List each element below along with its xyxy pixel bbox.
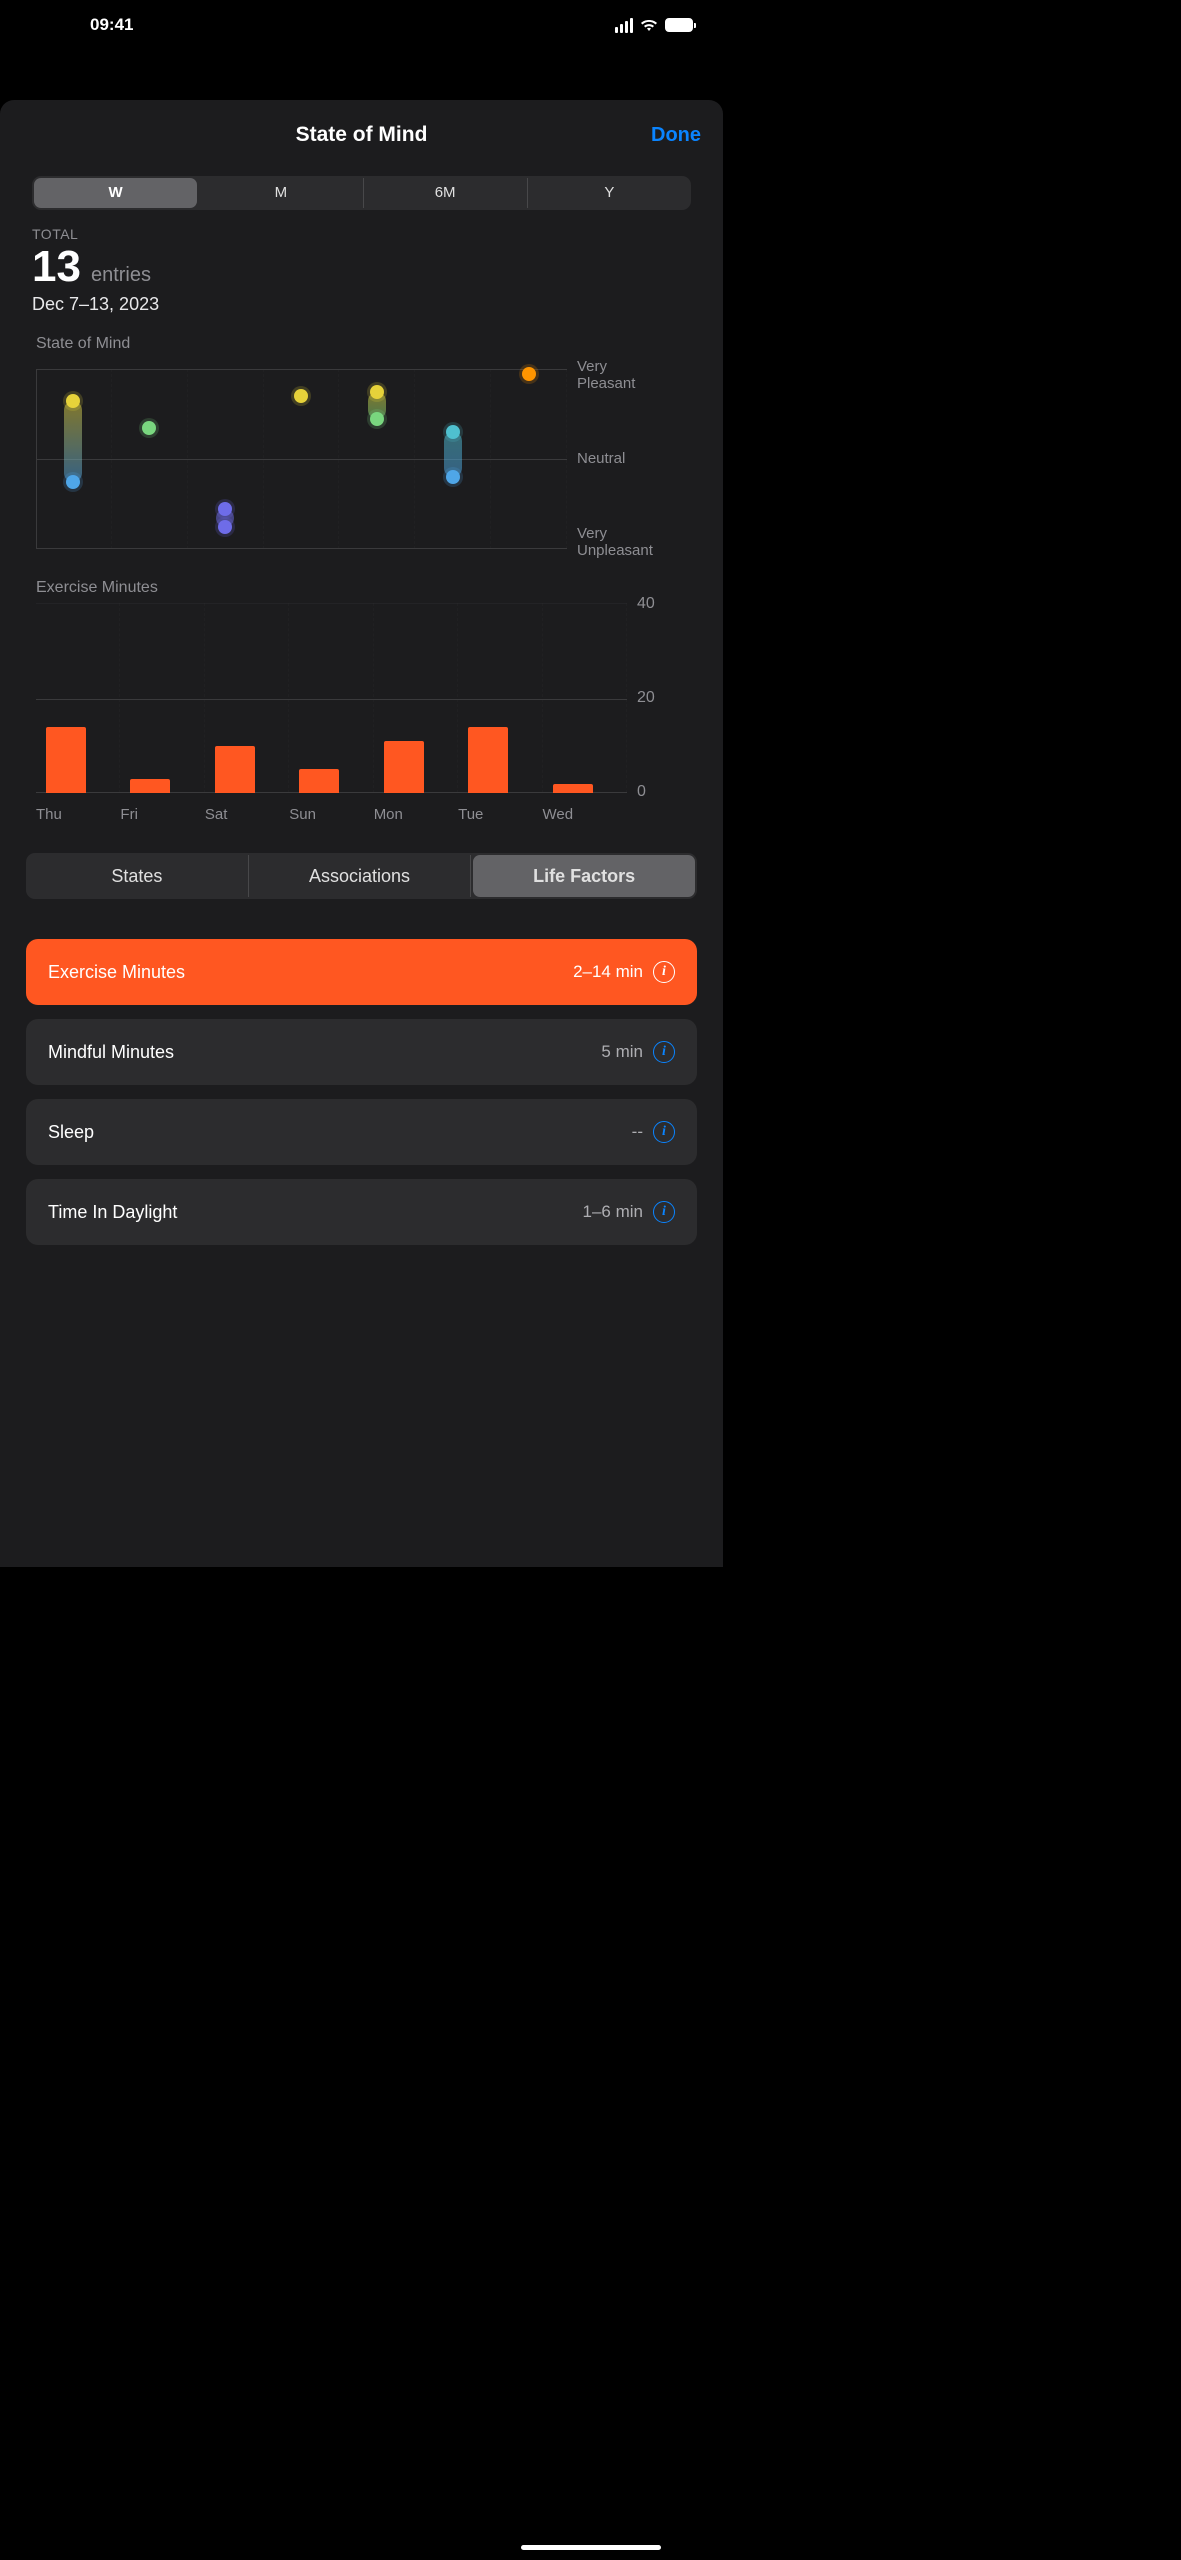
- timeframe-year[interactable]: Y: [528, 178, 691, 208]
- life-factor-name: Mindful Minutes: [48, 1042, 174, 1063]
- life-factor-row[interactable]: Exercise Minutes 2–14 min i: [26, 939, 697, 1005]
- total-unit: entries: [91, 264, 151, 287]
- info-icon[interactable]: i: [653, 1041, 675, 1063]
- total-label: TOTAL: [32, 226, 691, 242]
- life-factor-value: 5 min: [601, 1042, 643, 1062]
- x-axis-label: Tue: [458, 806, 542, 823]
- exercise-chart-label: Exercise Minutes: [36, 579, 723, 597]
- timeframe-6month[interactable]: 6M: [364, 178, 528, 208]
- view-segmented-control[interactable]: States Associations Life Factors: [26, 853, 697, 899]
- timeframe-week[interactable]: W: [34, 178, 197, 208]
- timeframe-segmented-control[interactable]: W M 6M Y: [32, 176, 691, 210]
- x-axis-label: Thu: [36, 806, 120, 823]
- mood-axis-mid: Neutral: [577, 451, 687, 468]
- x-axis-label: Fri: [120, 806, 204, 823]
- wifi-icon: [640, 18, 658, 32]
- ex-axis-0: 0: [637, 783, 687, 801]
- x-axis-label: Sat: [205, 806, 289, 823]
- battery-icon: [665, 18, 693, 32]
- x-axis-label: Sun: [289, 806, 373, 823]
- sheet: State of Mind Done W M 6M Y TOTAL 13 ent…: [0, 100, 723, 1567]
- timeframe-month[interactable]: M: [199, 178, 363, 208]
- info-icon[interactable]: i: [653, 961, 675, 983]
- life-factor-row[interactable]: Time In Daylight 1–6 min i: [26, 1179, 697, 1245]
- mood-axis-top: Very Pleasant: [577, 359, 687, 392]
- mood-chart[interactable]: Very Pleasant Neutral Very Unpleasant: [36, 359, 687, 559]
- info-icon[interactable]: i: [653, 1121, 675, 1143]
- status-time: 09:41: [30, 15, 133, 35]
- life-factor-value: --: [632, 1122, 643, 1142]
- life-factors-list: Exercise Minutes2–14 miniMindful Minutes…: [0, 919, 723, 1245]
- info-icon[interactable]: i: [653, 1201, 675, 1223]
- status-bar: 09:41: [0, 0, 723, 50]
- life-factor-value: 2–14 min: [573, 962, 643, 982]
- life-factor-name: Exercise Minutes: [48, 962, 185, 983]
- x-axis-label: Wed: [543, 806, 627, 823]
- done-button[interactable]: Done: [651, 124, 701, 147]
- life-factor-name: Time In Daylight: [48, 1202, 177, 1223]
- sheet-header: State of Mind Done: [0, 110, 723, 160]
- tab-life-factors[interactable]: Life Factors: [473, 855, 695, 897]
- cellular-icon: [615, 18, 633, 33]
- life-factor-value: 1–6 min: [583, 1202, 643, 1222]
- tab-associations[interactable]: Associations: [249, 855, 472, 897]
- life-factor-name: Sleep: [48, 1122, 94, 1143]
- mood-axis-bot: Very Unpleasant: [577, 526, 687, 559]
- tab-states[interactable]: States: [26, 855, 249, 897]
- summary: TOTAL 13 entries Dec 7–13, 2023: [0, 220, 723, 315]
- ex-axis-40: 40: [637, 595, 687, 613]
- total-count: 13: [32, 242, 81, 292]
- life-factor-row[interactable]: Sleep -- i: [26, 1099, 697, 1165]
- x-axis-label: Mon: [374, 806, 458, 823]
- ex-axis-20: 20: [637, 689, 687, 707]
- exercise-chart[interactable]: 40 20 0 ThuFriSatSunMonTueWed: [36, 603, 687, 823]
- mood-chart-label: State of Mind: [36, 335, 723, 353]
- life-factor-row[interactable]: Mindful Minutes 5 min i: [26, 1019, 697, 1085]
- date-range: Dec 7–13, 2023: [32, 294, 691, 315]
- page-title: State of Mind: [296, 123, 428, 147]
- status-icons: [615, 18, 693, 33]
- home-indicator[interactable]: [521, 2545, 661, 2550]
